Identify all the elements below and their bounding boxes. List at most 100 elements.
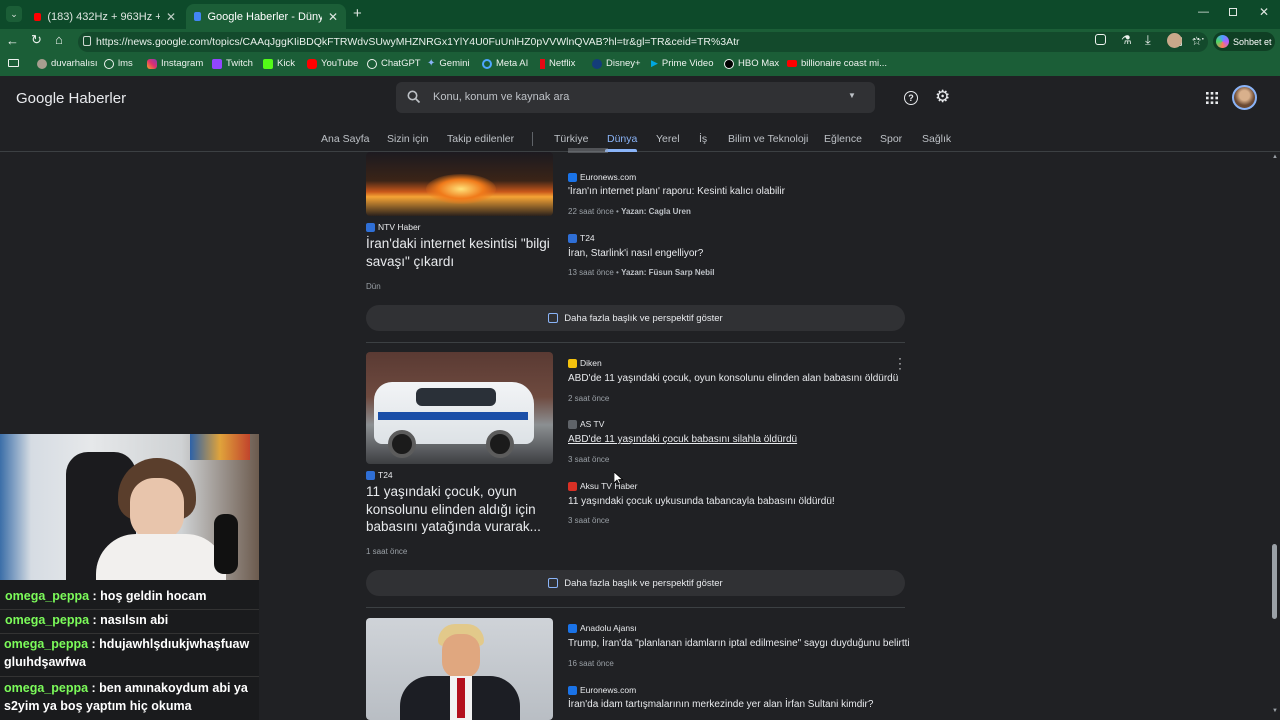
new-tab-button[interactable]: + [353,5,362,22]
more-headlines-label: Daha fazla başlık ve perspektif göster [564,577,723,589]
profile-avatar[interactable] [1167,33,1182,48]
nav-science-tech[interactable]: Bilim ve Teknoloji [728,133,808,145]
tab-google-news[interactable]: Google Haberler - Dünya - En yeni ✕ [186,4,346,29]
search-box[interactable]: Konu, konum ve kaynak ara ▼ [396,82,875,113]
downloads-icon[interactable]: ⤓ [1145,32,1151,48]
page-scrollbar[interactable]: ▲ ▼ [1268,152,1280,720]
webcam-overlay [0,434,259,580]
related-headline[interactable]: 'İran'ın internet planı' raporu: Kesinti… [568,186,785,197]
close-tab-icon[interactable]: ✕ [328,10,338,24]
topic-navigation: Ana Sayfa Sizin için Takip edilenler Tür… [0,124,1280,152]
bookmark-label: Disney+ [606,58,641,69]
nav-following[interactable]: Takip edilenler [447,133,514,145]
bookmark-youtube[interactable]: YouTube [307,58,358,69]
restore-icon[interactable] [1229,8,1237,16]
main-headline[interactable]: İran'daki internet kesintisi "bilgi sava… [366,235,556,270]
related-headline[interactable]: Trump, İran'da "planlanan idamların ipta… [568,638,910,649]
chatgpt-icon [367,58,377,69]
related-headline[interactable]: 11 yaşındaki çocuk uykusunda tabancayla … [568,496,835,507]
source-name: Euronews.com [580,685,637,695]
logo-product-text: Haberler [68,90,127,107]
as-tv-icon [568,419,577,429]
nav-world[interactable]: Dünya [607,133,637,145]
bookmark-label: Gemini [439,58,470,69]
nav-business[interactable]: İş [699,133,707,145]
kick-icon [263,58,273,69]
scroll-up-icon[interactable]: ▲ [1272,154,1278,160]
scrollbar-thumb[interactable] [1272,544,1277,619]
bookmark-lms[interactable]: lms [104,58,133,69]
nav-turkey[interactable]: Türkiye [554,133,588,145]
more-options-icon[interactable]: ⋯ [1192,31,1205,47]
source-euronews[interactable]: Euronews.com [568,685,636,695]
more-headlines-button[interactable]: Daha fazla başlık ve perspektif göster [366,305,905,331]
back-icon[interactable]: ← [6,33,19,48]
bookmark-chatgpt[interactable]: ChatGPT [367,58,421,69]
bookmark-label: Meta AI [496,58,529,69]
source-t24[interactable]: T24 [366,470,393,480]
more-vert-icon[interactable]: · · · [896,352,904,374]
source-ntv-haber[interactable]: NTV Haber [366,222,421,232]
source-as-tv[interactable]: AS TV [568,419,604,429]
source-name: T24 [378,470,393,480]
related-time: 3 saat önce [568,455,610,464]
help-icon[interactable]: ? [904,91,918,105]
nav-for-you[interactable]: Sizin için [387,133,428,145]
source-anadolu-ajansi[interactable]: Anadolu Ajansı [568,623,637,633]
source-name: NTV Haber [378,222,421,232]
related-headline[interactable]: ABD'de 11 yaşındaki çocuk, oyun konsolun… [568,373,898,384]
site-info-icon[interactable] [83,36,91,46]
source-t24[interactable]: T24 [568,233,595,243]
search-options-dropdown-icon[interactable]: ▼ [848,91,856,100]
bookmark-instagram[interactable]: Instagram [147,58,203,69]
article-image-police-car[interactable] [366,352,553,464]
apps-grid-icon[interactable] [1206,92,1218,104]
refresh-icon[interactable]: ↻ [31,32,42,48]
bookmark-prime-video[interactable]: ▶ Prime Video [651,58,714,69]
more-headlines-button[interactable]: Daha fazla başlık ve perspektif göster [366,570,905,596]
related-meta: 22 saat önce • Yazan: Cagla Uren [568,207,691,216]
nav-health[interactable]: Sağlık [922,133,951,145]
bookmark-gemini[interactable]: ✦ Gemini [427,58,469,69]
scroll-down-icon[interactable]: ▼ [1272,708,1278,714]
tab-youtube[interactable]: (183) 432Hz + 963Hz + 528Hz + 7 ✕ [26,4,184,29]
aksu-tv-icon [568,481,577,491]
account-avatar[interactable] [1232,85,1257,110]
minimize-icon[interactable]: — [1198,6,1209,18]
related-time: 13 saat önce [568,268,614,277]
bookmark-netflix[interactable]: Netflix [540,58,575,69]
nav-local[interactable]: Yerel [656,133,680,145]
bookmark-duvarhalisi[interactable]: duvarhalısı [37,58,97,69]
netflix-icon [540,58,545,69]
bookmark-disney[interactable]: Disney+ [592,58,641,69]
nav-home[interactable]: Ana Sayfa [321,133,369,145]
nav-entertainment[interactable]: Eğlence [824,133,862,145]
collections-icon[interactable]: ⚗ [1121,33,1132,47]
bookmark-hbo-max[interactable]: HBO Max [724,58,779,69]
extensions-icon[interactable] [1095,34,1106,45]
source-diken[interactable]: Diken [568,358,602,368]
close-window-icon[interactable]: ✕ [1259,5,1269,19]
tab-list-dropdown-icon[interactable]: ⌄ [6,6,22,22]
related-headline-hovered[interactable]: ABD'de 11 yaşındaki çocuk babasını silah… [568,434,797,445]
bookmark-twitch[interactable]: Twitch [212,58,253,69]
bookmark-kick[interactable]: Kick [263,58,295,69]
source-euronews[interactable]: Euronews.com [568,172,636,182]
main-headline[interactable]: 11 yaşındaki çocuk, oyun konsolunu elind… [366,483,546,537]
google-news-logo[interactable]: Google Haberler [16,90,126,107]
article-image-trump[interactable] [366,618,553,720]
close-tab-icon[interactable]: ✕ [166,10,176,24]
settings-gear-icon[interactable]: ⚙ [935,87,950,107]
copilot-button[interactable]: Sohbet et [1213,32,1275,51]
bookmark-billionaire-coast[interactable]: billionaire coast mi... [787,58,887,69]
url-bar[interactable]: https://news.google.com/topics/CAAqJggKI… [78,32,1208,52]
source-aksu-tv[interactable]: Aksu TV Haber [568,481,637,491]
related-headline[interactable]: İran'da idam tartışmalarının merkezinde … [568,699,873,710]
reading-list-icon[interactable] [8,59,19,67]
related-headline[interactable]: İran, Starlink'i nasıl engelliyor? [568,248,703,259]
home-icon[interactable]: ⌂ [55,32,63,47]
nav-sports[interactable]: Spor [880,133,902,145]
article-image-fire[interactable] [366,152,553,216]
related-author: Yazan: Füsun Sarp Nebil [621,268,715,277]
bookmark-meta-ai[interactable]: Meta AI [482,58,528,69]
